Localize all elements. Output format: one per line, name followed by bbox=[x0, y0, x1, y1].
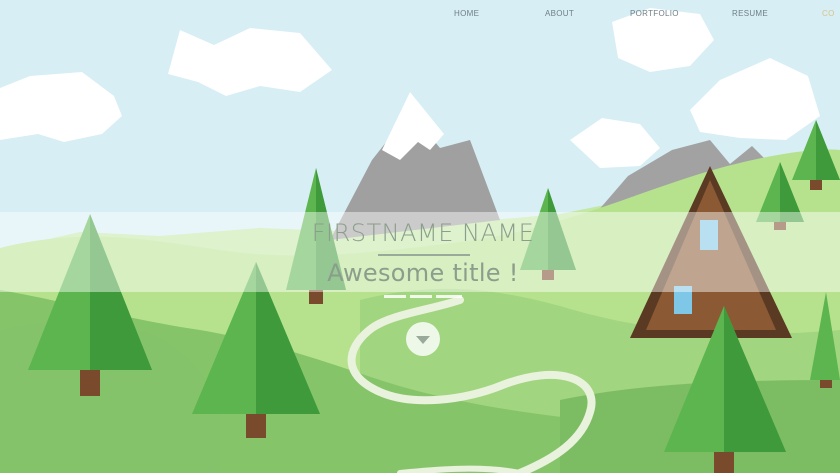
dash bbox=[384, 295, 406, 298]
nav-contact[interactable]: CO bbox=[822, 9, 835, 18]
hero-name: FIRSTNAME NAME bbox=[311, 219, 535, 247]
chevron-down-icon bbox=[416, 336, 430, 344]
dash bbox=[436, 295, 462, 298]
nav-portfolio[interactable]: PORTFOLIO bbox=[630, 9, 679, 18]
hero-title: Awesome title ! bbox=[327, 259, 519, 287]
hero-divider bbox=[378, 254, 470, 256]
nav-resume[interactable]: RESUME bbox=[732, 9, 768, 18]
nav-about[interactable]: ABOUT bbox=[545, 9, 574, 18]
scroll-down-button[interactable] bbox=[406, 322, 440, 356]
nav-home[interactable]: HOME bbox=[454, 9, 479, 18]
dash bbox=[410, 295, 432, 298]
top-nav: HOME ABOUT PORTFOLIO RESUME CO bbox=[0, 0, 840, 28]
